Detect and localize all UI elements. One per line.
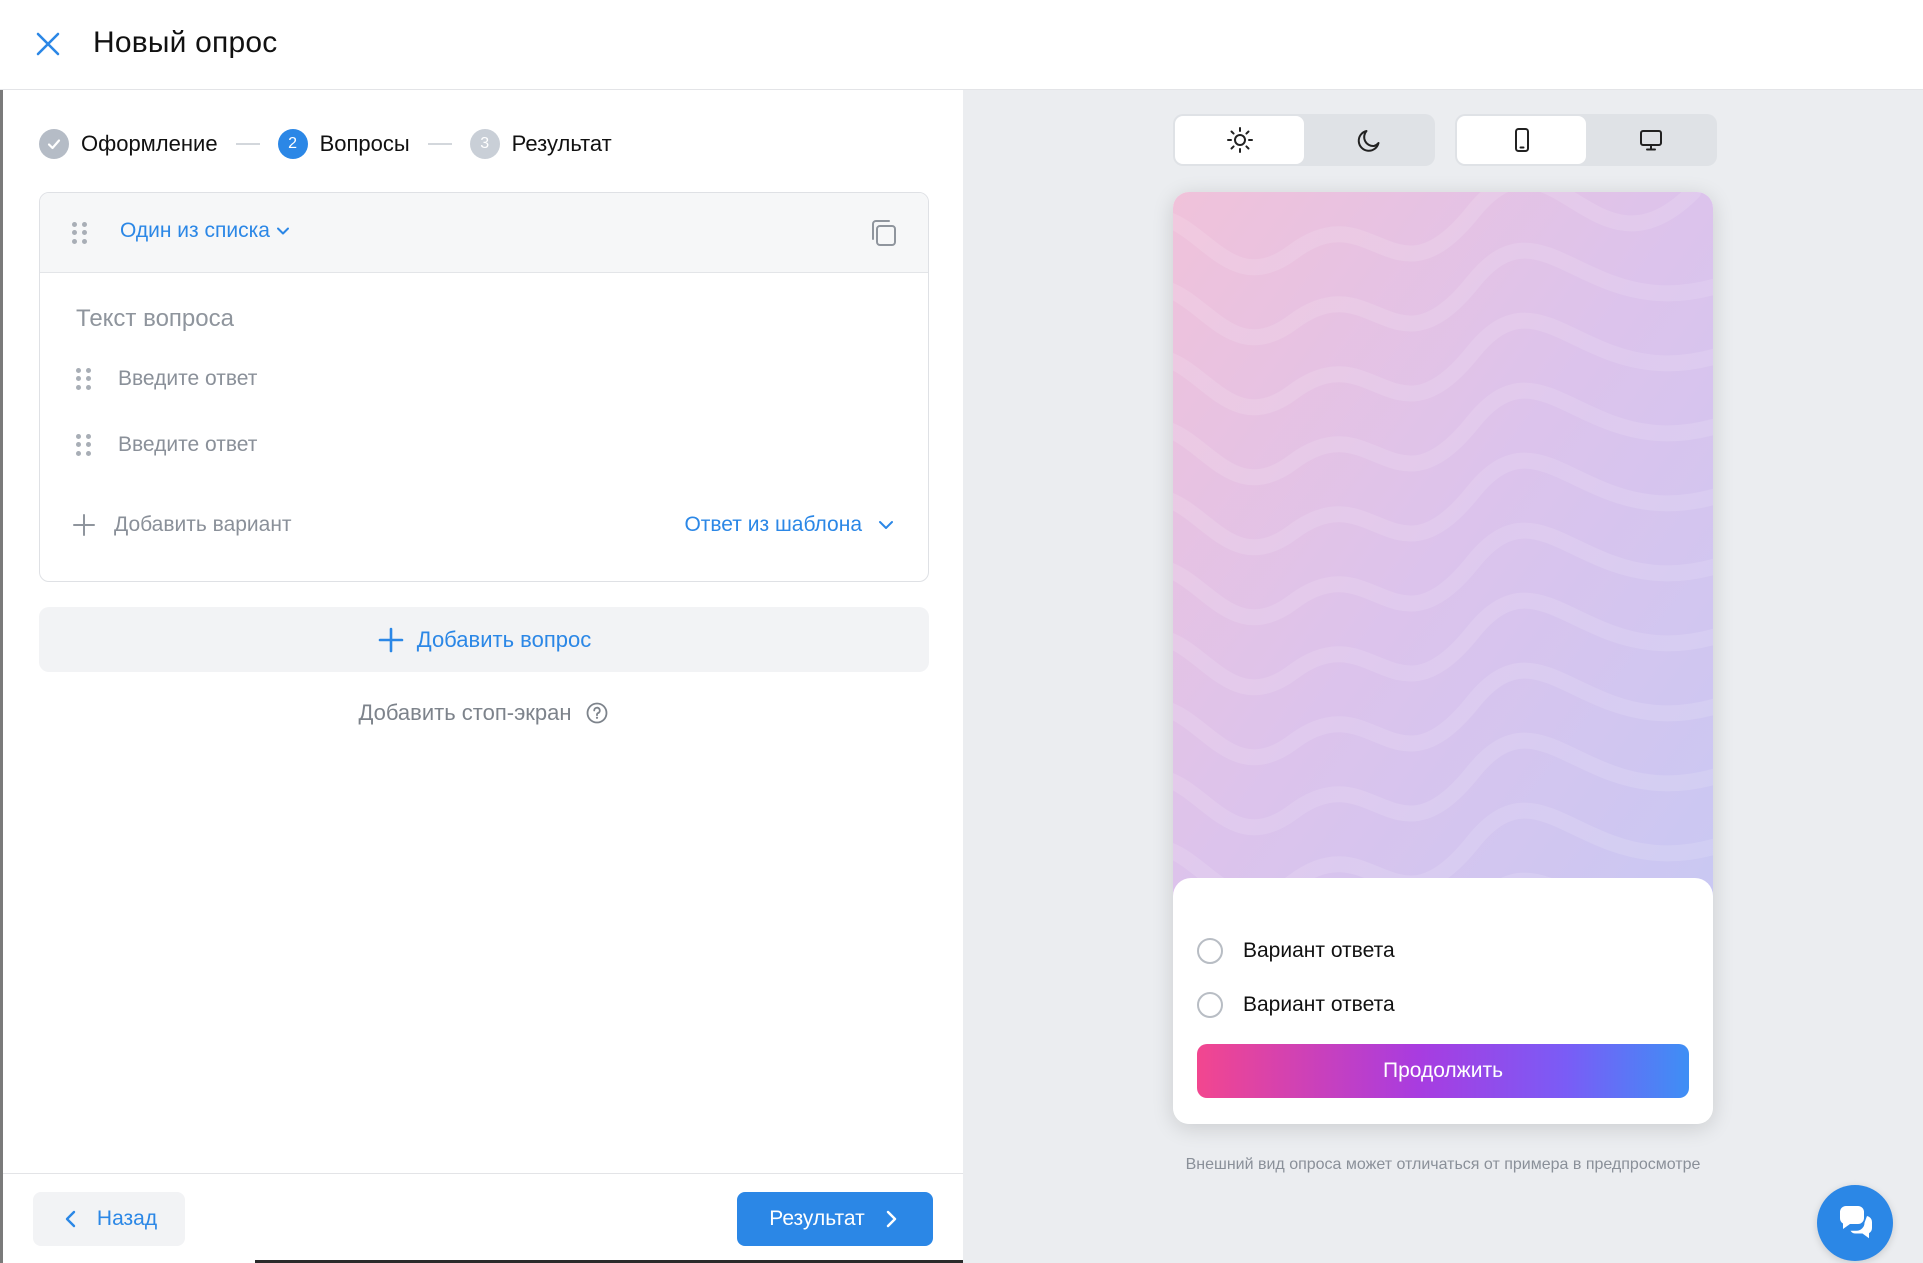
add-stop-screen-link[interactable]: Добавить стоп-экран — [358, 700, 571, 726]
close-button[interactable] — [30, 26, 66, 62]
chevron-down-icon — [879, 521, 893, 529]
next-label: Результат — [769, 1207, 865, 1230]
preview-answer-sheet: Вариант ответа Вариант ответа Продолжить — [1173, 878, 1713, 1124]
support-chat-button[interactable] — [1817, 1185, 1893, 1261]
question-type-select[interactable]: Один из списка — [120, 219, 292, 243]
drag-handle-icon[interactable] — [76, 368, 91, 390]
next-button[interactable]: Результат — [737, 1192, 933, 1246]
plus-icon — [73, 514, 95, 536]
plus-icon — [378, 627, 404, 652]
page-title: Новый опрос — [93, 26, 278, 59]
desktop-option[interactable] — [1586, 116, 1715, 164]
preview-background-pattern — [1173, 192, 1713, 912]
preview-panel: Вариант ответа Вариант ответа Продолжить… — [963, 90, 1923, 1263]
stepper: Оформление 2 Вопросы 3 Результат — [39, 128, 612, 160]
mobile-option[interactable] — [1457, 116, 1586, 164]
add-question-label: Добавить вопрос — [416, 626, 592, 652]
answer-input[interactable]: Введите ответ — [118, 433, 257, 457]
continue-button[interactable]: Продолжить — [1197, 1044, 1689, 1098]
chat-icon — [1839, 1206, 1873, 1239]
device-toggle — [1455, 114, 1717, 166]
question-type-label: Один из списка — [120, 219, 270, 242]
step-number: 3 — [469, 129, 500, 159]
step-number: 2 — [277, 129, 308, 159]
add-variant-button[interactable]: Добавить вариант — [72, 513, 292, 537]
step-separator — [427, 143, 452, 145]
footer-bar: Назад Результат — [3, 1173, 963, 1263]
add-variant-label: Добавить вариант — [114, 513, 292, 536]
editor-panel: Оформление 2 Вопросы 3 Результат Один из… — [3, 90, 963, 1263]
step-design[interactable]: Оформление — [39, 129, 218, 159]
add-question-button[interactable]: Добавить вопрос — [39, 607, 929, 672]
chevron-left-icon — [65, 1210, 76, 1228]
theme-toggle — [1173, 114, 1435, 166]
top-bar: Новый опрос — [0, 0, 1923, 90]
chevron-right-icon — [886, 1210, 896, 1228]
step-label: Результат — [511, 131, 612, 156]
sun-icon — [1226, 127, 1253, 153]
chevron-down-icon — [276, 227, 289, 235]
radio-button[interactable] — [1197, 938, 1223, 964]
preview-option[interactable]: Вариант ответа — [1197, 938, 1395, 964]
drag-handle-icon[interactable] — [76, 434, 91, 456]
step-label: Оформление — [81, 131, 218, 156]
phone-preview: Вариант ответа Вариант ответа Продолжить — [1173, 192, 1713, 1124]
mobile-icon — [1514, 128, 1529, 152]
duplicate-button[interactable] — [868, 217, 900, 249]
template-answer-label: Ответ из шаблона — [684, 513, 862, 536]
step-label: Вопросы — [319, 131, 410, 156]
close-icon — [36, 32, 60, 56]
radio-button[interactable] — [1197, 992, 1223, 1018]
preview-option-label: Вариант ответа — [1243, 939, 1395, 962]
preview-disclaimer: Внешний вид опроса может отличаться от п… — [1185, 1156, 1701, 1173]
question-card-header: Один из списка — [40, 193, 928, 273]
light-theme-option[interactable] — [1175, 116, 1304, 164]
preview-option-label: Вариант ответа — [1243, 993, 1395, 1016]
dark-theme-option[interactable] — [1304, 116, 1433, 164]
back-label: Назад — [96, 1207, 158, 1230]
step-result[interactable]: 3 Результат — [469, 129, 612, 159]
preview-option[interactable]: Вариант ответа — [1197, 992, 1395, 1018]
answer-row[interactable]: Введите ответ — [76, 364, 257, 394]
check-icon — [47, 139, 61, 150]
template-answer-select[interactable]: Ответ из шаблона — [684, 513, 896, 537]
desktop-icon — [1639, 130, 1662, 151]
step-separator — [235, 143, 260, 145]
question-text-input[interactable]: Текст вопроса — [76, 305, 234, 333]
drag-handle-icon[interactable] — [72, 222, 87, 244]
question-card: Один из списка Текст вопроса Введите отв… — [39, 192, 929, 582]
back-button[interactable]: Назад — [33, 1192, 185, 1246]
moon-icon — [1357, 130, 1379, 152]
step-done-badge — [39, 129, 69, 159]
copy-icon — [872, 220, 896, 246]
answer-row[interactable]: Введите ответ — [76, 430, 257, 460]
answer-input[interactable]: Введите ответ — [118, 367, 257, 391]
add-stop-screen: Добавить стоп-экран — [3, 700, 963, 726]
help-icon[interactable] — [586, 702, 608, 724]
step-questions[interactable]: 2 Вопросы — [277, 129, 410, 159]
